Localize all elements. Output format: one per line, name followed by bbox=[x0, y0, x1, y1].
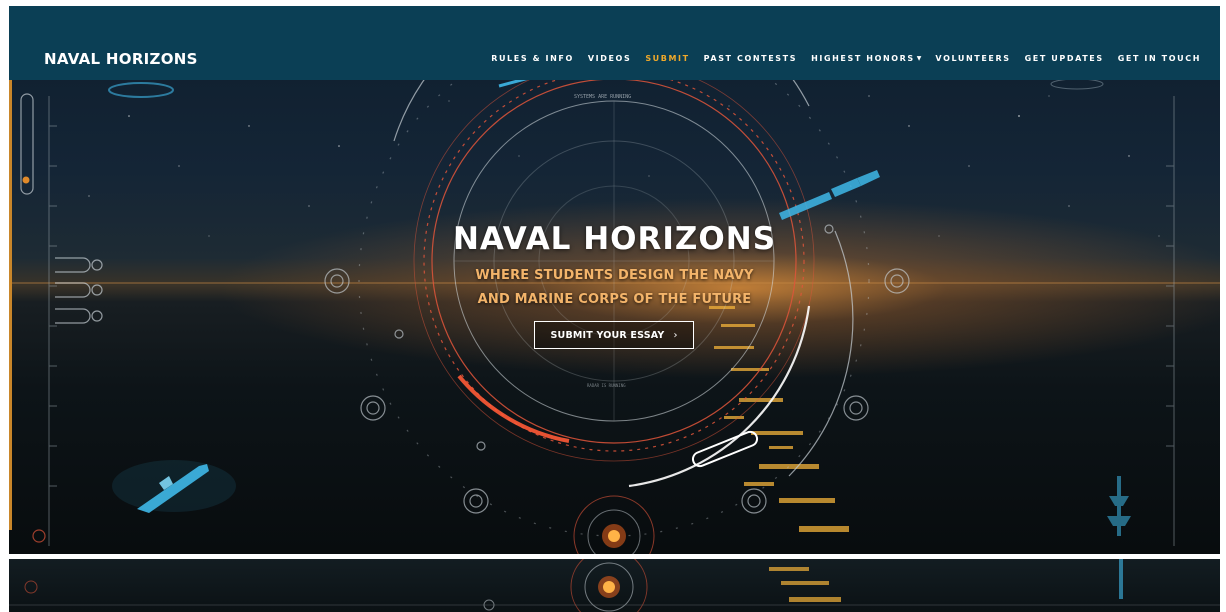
nav-item-get-in-touch[interactable]: GET IN TOUCH bbox=[1118, 54, 1201, 63]
nav-item-label: HIGHEST HONORS bbox=[811, 54, 915, 63]
nav-item-rules-info[interactable]: RULES & INFO bbox=[491, 54, 574, 63]
chevron-right-icon: › bbox=[673, 329, 678, 341]
next-section-preview bbox=[9, 559, 1220, 612]
nav-item-volunteers[interactable]: VOLUNTEERS bbox=[935, 54, 1010, 63]
nav-item-label: VIDEOS bbox=[587, 54, 632, 63]
nav-item-label: PAST CONTESTS bbox=[703, 54, 798, 63]
nav-item-submit[interactable]: SUBMIT bbox=[645, 54, 689, 63]
left-accent-bar bbox=[9, 44, 12, 530]
hero-title: NAVAL HORIZONS bbox=[452, 221, 777, 257]
submit-essay-button[interactable]: SUBMIT YOUR ESSAY › bbox=[534, 321, 694, 349]
hero-subtitle-line2: AND MARINE CORPS OF THE FUTURE bbox=[477, 292, 752, 307]
top-navbar: NAVAL HORIZONS RULES & INFO VIDEOS SUBMI… bbox=[9, 6, 1220, 80]
sea-reflection bbox=[709, 306, 849, 532]
site-logo[interactable]: NAVAL HORIZONS bbox=[44, 50, 198, 68]
probe-hologram-icon bbox=[1107, 476, 1131, 536]
nav-item-past-contests[interactable]: PAST CONTESTS bbox=[704, 54, 797, 63]
hero-subtitle-line1: WHERE STUDENTS DESIGN THE NAVY bbox=[475, 268, 754, 283]
satellite-hologram-icon bbox=[779, 170, 880, 220]
nav-item-label: GET UPDATES bbox=[1024, 54, 1104, 63]
nav-item-label: VOLUNTEERS bbox=[935, 54, 1011, 63]
main-nav: RULES & INFO VIDEOS SUBMIT PAST CONTESTS… bbox=[477, 54, 1201, 63]
reactor-core-icon bbox=[573, 495, 655, 554]
nav-item-get-updates[interactable]: GET UPDATES bbox=[1025, 54, 1104, 63]
next-section-hud bbox=[9, 559, 1220, 612]
hud-inner-label: RADAR IS RUNNING bbox=[587, 383, 626, 388]
nav-item-highest-honors[interactable]: HIGHEST HONORS ▼ bbox=[811, 54, 921, 63]
hud-top-label: SYSTEMS ARE RUNNING bbox=[574, 94, 631, 100]
nav-item-label: RULES & INFO bbox=[491, 54, 574, 63]
warship-hologram-icon bbox=[112, 460, 236, 513]
submit-essay-label: SUBMIT YOUR ESSAY bbox=[550, 329, 665, 341]
hero-panel: SYSTEMS ARE RUNNING RADAR IS RUNNING NAV… bbox=[9, 6, 1220, 554]
caret-down-icon: ▼ bbox=[916, 55, 922, 62]
nav-item-label: SUBMIT bbox=[645, 54, 690, 63]
page: SYSTEMS ARE RUNNING RADAR IS RUNNING NAV… bbox=[0, 0, 1226, 612]
nav-item-label: GET IN TOUCH bbox=[1117, 54, 1201, 63]
nav-item-videos[interactable]: VIDEOS bbox=[588, 54, 631, 63]
